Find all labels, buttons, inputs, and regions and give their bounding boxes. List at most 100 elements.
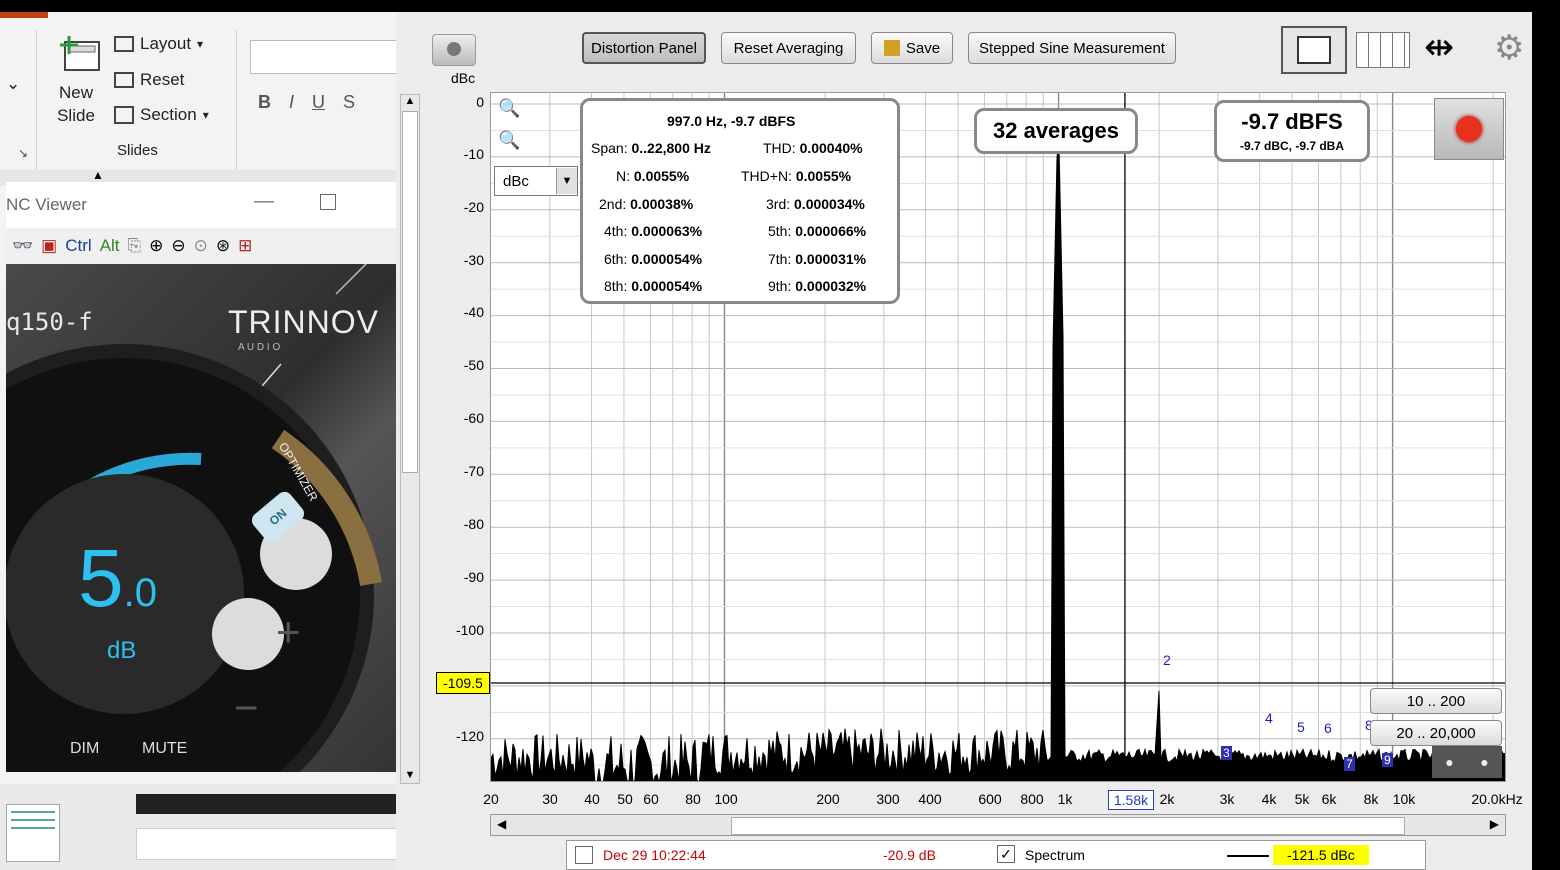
section-button[interactable]: Section ▾	[114, 105, 209, 125]
fullscreen-icon[interactable]: ⊞	[238, 236, 252, 256]
h9-label: 9th:	[768, 278, 792, 294]
underline-button[interactable]: U	[312, 92, 325, 113]
y-tick-label: -40	[463, 304, 484, 320]
reset-button[interactable]: Reset	[114, 70, 184, 90]
ribbon-divider	[236, 30, 237, 170]
scroll-up-icon[interactable]: ▲	[401, 95, 419, 107]
minimize-button[interactable]: —	[254, 190, 274, 213]
mute-button[interactable]: MUTE	[142, 740, 187, 758]
x-tick-label: 400	[918, 791, 942, 807]
zoom-in-small-icon[interactable]: ●	[1480, 754, 1488, 770]
ribbon-divider	[36, 30, 37, 170]
layout-single-icon[interactable]	[1281, 26, 1347, 74]
n-value: 0.0055%	[633, 168, 690, 184]
new-slide-button[interactable]: New Slide	[50, 32, 108, 152]
thdn-label: THD+N:	[741, 168, 792, 184]
slides-group-label: Slides	[117, 142, 158, 159]
h5-label: 5th:	[768, 223, 792, 239]
volume-up-button[interactable]: +	[276, 608, 301, 656]
section-icon	[114, 106, 134, 124]
y-tick-label: -70	[463, 463, 484, 479]
h4-value: 0.000063%	[631, 223, 703, 239]
vertical-scrollbar[interactable]: ▲ ▼	[400, 94, 420, 784]
x-tick-label: 5k	[1294, 791, 1310, 807]
harmonic-box: 7	[1344, 757, 1355, 771]
italic-button[interactable]: I	[289, 92, 294, 113]
h6-label: 6th:	[604, 251, 628, 267]
x-tick-label: 40	[584, 791, 600, 807]
fit-arrows-icon[interactable]: ⇹	[1424, 28, 1454, 66]
legend-date: Dec 29 10:22:44	[603, 847, 706, 863]
stepped-sine-button[interactable]: Stepped Sine Measurement	[968, 32, 1176, 64]
font-name-box[interactable]	[250, 40, 398, 74]
spectrum-checkbox[interactable]: ✓	[997, 845, 1015, 863]
range-button-10-200[interactable]: 10 .. 200	[1370, 688, 1502, 714]
scroll-down-icon[interactable]: ▼	[401, 769, 419, 781]
h4-label: 4th:	[604, 223, 628, 239]
zoom-in-icon[interactable]: ⊕	[149, 236, 163, 256]
volume-knob-graphic	[6, 264, 382, 772]
zoom-in-icon[interactable]: 🔍	[498, 98, 520, 119]
vnc-toolbar: 👓 ▣ Ctrl Alt ⎘ ⊕ ⊖ ⊙ ⊛ ⊞	[6, 228, 396, 264]
zoom-fit-icon[interactable]: ⊙	[194, 236, 208, 256]
scroll-thumb[interactable]	[402, 111, 418, 473]
slide-canvas[interactable]	[136, 828, 398, 860]
legend-value: -121.5 dBc	[1273, 845, 1369, 865]
scroll-right-icon[interactable]: ▶	[1490, 817, 1499, 831]
shadow-button[interactable]: S	[343, 92, 355, 113]
desktop-edge	[1532, 12, 1560, 870]
zoom-out-icon[interactable]: ⊖	[171, 236, 185, 256]
camera-icon[interactable]	[432, 34, 476, 66]
harmonic-label: 6	[1324, 720, 1332, 736]
chevron-down-icon[interactable]: ▼	[555, 168, 577, 194]
y-tick-label: -80	[463, 516, 484, 532]
h8-label: 8th:	[604, 278, 628, 294]
ctrl-key-button[interactable]: Ctrl	[65, 236, 91, 256]
new-slide-icon	[60, 36, 100, 71]
maximize-button[interactable]	[320, 194, 336, 210]
ribbon-expand-chevron-icon[interactable]: ⌄	[6, 74, 20, 94]
unit-select-value: dBc	[503, 172, 529, 190]
color-icon[interactable]: ▣	[41, 236, 57, 256]
harmonic-box: 3	[1221, 746, 1232, 760]
trinnov-remote-screen: q150-f TRINNOV A U D I O OPTIMIZER ON 5.…	[6, 264, 396, 772]
layout-columns-icon[interactable]	[1356, 32, 1410, 68]
thdn-value: 0.0055%	[795, 168, 852, 184]
clipboard-icon[interactable]: ⎘	[128, 236, 142, 256]
legend-checkbox[interactable]	[575, 846, 593, 864]
scroll-left-icon[interactable]: ◀	[497, 817, 506, 831]
horizontal-scrollbar[interactable]: ◀ ▶	[490, 814, 1506, 836]
y-tick-label: -60	[463, 410, 484, 426]
slide-thumbnail[interactable]	[6, 804, 60, 862]
x-tick-label: 800	[1020, 791, 1044, 807]
alt-key-button[interactable]: Alt	[100, 236, 120, 256]
h9-value: 0.000032%	[795, 278, 867, 294]
save-button[interactable]: Save	[871, 32, 953, 64]
reset-averaging-button[interactable]: Reset Averaging	[721, 32, 856, 64]
zoom-auto-icon[interactable]: ⊛	[216, 236, 230, 256]
dim-button[interactable]: DIM	[70, 740, 99, 758]
cursor-y-readout: -109.5	[436, 672, 490, 694]
range-button-20-20000[interactable]: 20 .. 20,000	[1370, 720, 1502, 746]
chevron-up-icon[interactable]: ▲	[92, 168, 104, 182]
x-tick-label: 100	[714, 791, 738, 807]
hscroll-thumb[interactable]	[731, 817, 1405, 835]
h7-label: 7th:	[768, 251, 792, 267]
vnc-title: NC Viewer	[6, 195, 87, 214]
bold-button[interactable]: B	[258, 92, 271, 113]
x-tick-label: 3k	[1219, 791, 1235, 807]
dialog-launcher-icon[interactable]: ↘	[18, 146, 28, 160]
zoom-out-small-icon[interactable]: ●	[1445, 754, 1453, 770]
glasses-icon[interactable]: 👓	[12, 236, 33, 256]
harmonic-label: 2	[1163, 652, 1171, 668]
layout-button[interactable]: Layout ▾	[114, 34, 203, 54]
gear-icon[interactable]: ⚙	[1494, 30, 1524, 66]
panel-header: 997.0 Hz, -9.7 dBFS	[667, 113, 796, 129]
distortion-panel-button[interactable]: Distortion Panel	[582, 32, 706, 64]
zoom-out-icon[interactable]: 🔍	[498, 130, 520, 151]
volume-unit: dB	[107, 637, 137, 664]
reset-icon	[114, 72, 134, 88]
volume-down-button[interactable]: −	[234, 684, 259, 732]
record-button[interactable]	[1434, 98, 1504, 160]
unit-select[interactable]: dBc ▼	[494, 166, 578, 196]
